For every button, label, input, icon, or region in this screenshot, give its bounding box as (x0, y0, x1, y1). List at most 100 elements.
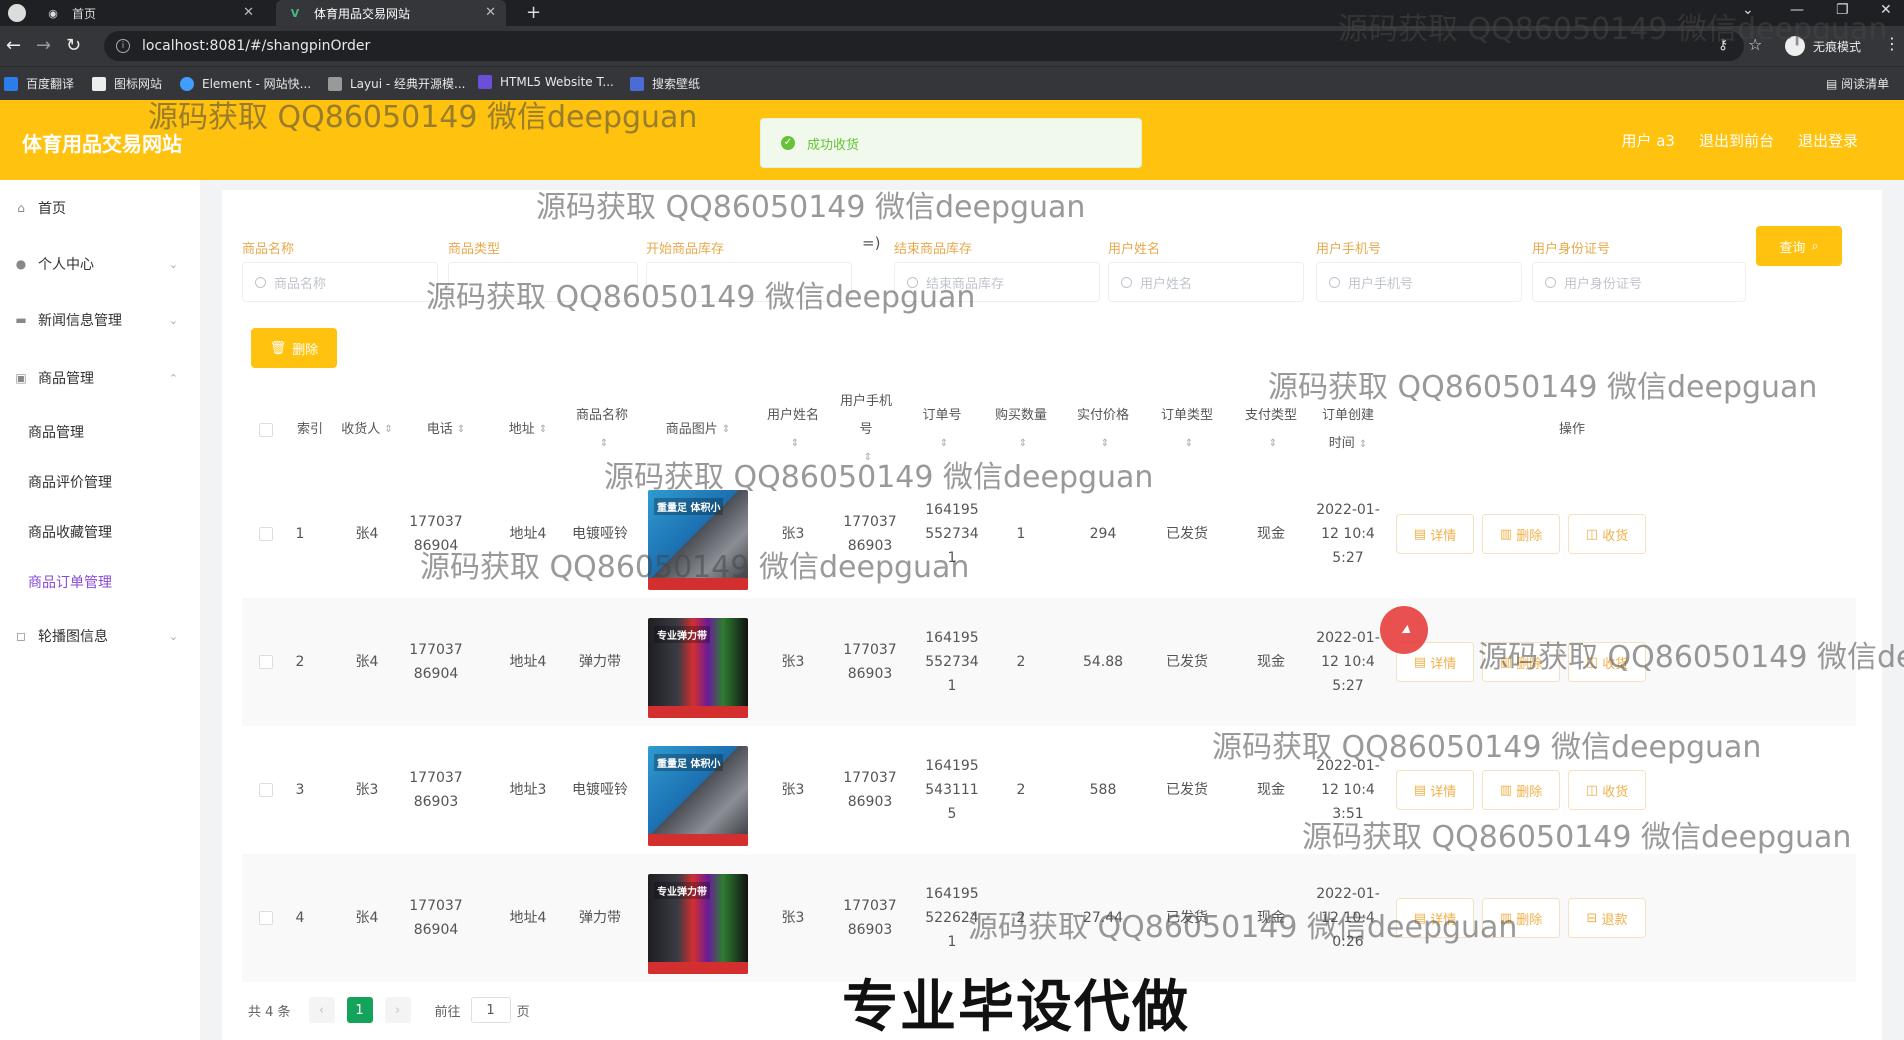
current-user-link[interactable]: 用户 a3 (1621, 130, 1675, 151)
bookmark-item[interactable]: 搜索壁纸 (630, 75, 700, 92)
reload-icon[interactable]: ↻ (66, 35, 81, 56)
delete-button[interactable]: ▥ 删除 (1482, 514, 1560, 554)
stock-end-input[interactable]: 结束商品库存 (894, 262, 1100, 302)
input-placeholder: 结束商品库存 (926, 276, 1005, 292)
refund-button[interactable]: ⊟ 退款 (1568, 898, 1646, 938)
url-field[interactable]: i localhost:8081/#/shangpinOrder (104, 31, 1744, 61)
box-icon: ◫ (1585, 782, 1603, 798)
bookmark-item[interactable]: 图标网站 (92, 75, 162, 92)
col-quantity[interactable]: 购买数量 ⇕ (986, 400, 1056, 460)
goto-page-input[interactable]: 1 (470, 997, 511, 1023)
chevron-down-icon: ⌄ (168, 257, 178, 271)
bookmark-item[interactable]: Layui - 经典开源模... (328, 75, 465, 92)
site-info-icon[interactable]: i (116, 39, 130, 53)
receive-button[interactable]: ◫ 收货 (1568, 642, 1646, 682)
delete-button[interactable]: ▥ 删除 (1482, 770, 1560, 810)
receive-button[interactable]: ◫ 收货 (1568, 514, 1646, 554)
col-pay-type[interactable]: 支付类型 ⇕ (1236, 400, 1306, 460)
cell-receiver: 张3 (355, 782, 379, 798)
search-icon (255, 276, 266, 288)
product-type-select[interactable] (448, 262, 638, 302)
row-checkbox[interactable] (259, 655, 273, 669)
col-address[interactable]: 地址 ⇕ (488, 400, 568, 460)
trash-icon: ▥ (1499, 526, 1517, 542)
sidebar-item-carousel[interactable]: ◻ 轮播图信息 ⌄ (0, 616, 200, 656)
product-image[interactable]: 重量足 体积小 (648, 746, 748, 846)
user-name-input[interactable]: 用户姓名 (1108, 262, 1304, 302)
col-product-name[interactable]: 商品名称 ⇕ (572, 400, 632, 460)
star-icon[interactable]: ☆ (1748, 35, 1762, 54)
profile-button[interactable]: 无痕模式 (1785, 32, 1861, 60)
col-created[interactable]: 订单创建时间 ⇕ (1316, 400, 1380, 460)
sidebar-subitem-goods[interactable]: 商品管理 (28, 422, 84, 442)
sidebar-item-home[interactable]: ⌂ 首页 (0, 188, 200, 228)
detail-button[interactable]: ▤ 详情 (1396, 514, 1474, 554)
tab-active-site[interactable]: V 体育用品交易网站 ✕ (276, 0, 506, 26)
row-checkbox[interactable] (259, 527, 273, 541)
stock-start-input[interactable] (646, 262, 852, 302)
reading-list-button[interactable]: ▤ 阅读清单 (1826, 75, 1889, 92)
sidebar-item-label: 轮播图信息 (38, 629, 108, 645)
close-icon[interactable]: ✕ (485, 5, 496, 20)
col-phone[interactable]: 电话 ⇕ (406, 400, 486, 460)
sidebar-item-goods[interactable]: ▣ 商品管理 ⌃ (0, 358, 200, 398)
row-checkbox[interactable] (259, 911, 273, 925)
bookmark-item[interactable]: 百度翻译 (4, 75, 74, 92)
new-tab-icon[interactable]: + (526, 2, 541, 23)
sidebar-subitem-orders[interactable]: 商品订单管理 (28, 572, 112, 592)
bookmark-item[interactable]: HTML5 Website T... (478, 75, 614, 89)
row-checkbox[interactable] (259, 783, 273, 797)
delete-button[interactable]: ▥ 删除 (1482, 642, 1560, 682)
close-window-icon[interactable]: ✕ (1880, 2, 1892, 18)
sidebar-item-news[interactable]: ▬ 新闻信息管理 ⌄ (0, 300, 200, 340)
col-receiver[interactable]: 收货人 ⇕ (332, 400, 402, 460)
user-phone-input[interactable]: 用户手机号 (1316, 262, 1522, 302)
key-icon[interactable]: ⚷ (1718, 37, 1728, 53)
back-to-front-link[interactable]: 退出到前台 (1699, 130, 1774, 151)
detail-button[interactable]: ▤ 详情 (1396, 898, 1474, 938)
more-menu-icon[interactable]: ⋮ (1884, 34, 1900, 53)
select-all-checkbox[interactable] (259, 423, 273, 437)
page-number[interactable]: 1 (346, 997, 373, 1023)
back-arrow-icon[interactable]: ← (6, 35, 21, 56)
product-image[interactable]: 重量足 体积小 (648, 490, 748, 590)
sidebar-subitem-reviews[interactable]: 商品评价管理 (28, 472, 112, 492)
col-user-name[interactable]: 用户姓名 ⇕ (758, 400, 828, 460)
detail-button[interactable]: ▤ 详情 (1396, 770, 1474, 810)
col-price[interactable]: 实付价格 ⇕ (1068, 400, 1138, 460)
col-index[interactable]: 索引 (290, 400, 330, 460)
sort-icon: ⇕ (538, 424, 548, 435)
query-button[interactable]: 查询 ⌕ (1756, 226, 1842, 266)
browser-tab-bar: ◉ 首页 ✕ V 体育用品交易网站 ✕ + ⌄ — ❐ ✕ (0, 0, 1904, 26)
col-order-no[interactable]: 订单号 ⇕ (904, 400, 980, 460)
batch-delete-button[interactable]: 🗑 删除 (251, 328, 337, 368)
cell-pay-type: 现金 (1257, 654, 1285, 670)
col-user-phone[interactable]: 用户手机号 ⇕ (836, 394, 896, 463)
bookmark-item[interactable]: Element - 网站快... (180, 75, 311, 92)
search-icon: ⌕ (1811, 238, 1819, 254)
user-id-input[interactable]: 用户身份证号 (1532, 262, 1746, 302)
receive-button[interactable]: ◫ 收货 (1568, 770, 1646, 810)
minimize-icon[interactable]: — (1790, 2, 1804, 18)
tab-home[interactable]: ◉ 首页 ✕ (34, 0, 264, 26)
next-page-icon[interactable]: › (384, 997, 411, 1023)
forward-arrow-icon[interactable]: → (36, 35, 51, 56)
product-image[interactable]: 专业弹力带 (648, 618, 748, 718)
cell-receiver: 张4 (355, 910, 379, 926)
col-product-image[interactable]: 商品图片 ⇕ (638, 400, 758, 460)
logout-link[interactable]: 退出登录 (1798, 130, 1858, 151)
product-image[interactable]: 专业弹力带 (648, 874, 748, 974)
delete-button[interactable]: ▥ 删除 (1482, 898, 1560, 938)
filter-label-stock-end: 结束商品库存 (894, 242, 973, 257)
cell-phone: 17703786904 (409, 898, 463, 938)
product-name-input[interactable]: 商品名称 (242, 262, 438, 302)
sidebar-subitem-favorites[interactable]: 商品收藏管理 (28, 522, 112, 542)
prev-page-icon[interactable]: ‹ (308, 997, 335, 1023)
cell-user-phone: 17703786903 (843, 770, 897, 810)
restore-icon[interactable]: ❐ (1836, 2, 1849, 18)
chevron-down-icon[interactable]: ⌄ (1742, 2, 1754, 18)
sidebar-item-profile[interactable]: ● 个人中心 ⌄ (0, 244, 200, 284)
col-order-type[interactable]: 订单类型 ⇕ (1152, 400, 1222, 460)
close-icon[interactable]: ✕ (243, 5, 254, 20)
globe-icon: ◉ (48, 6, 58, 20)
